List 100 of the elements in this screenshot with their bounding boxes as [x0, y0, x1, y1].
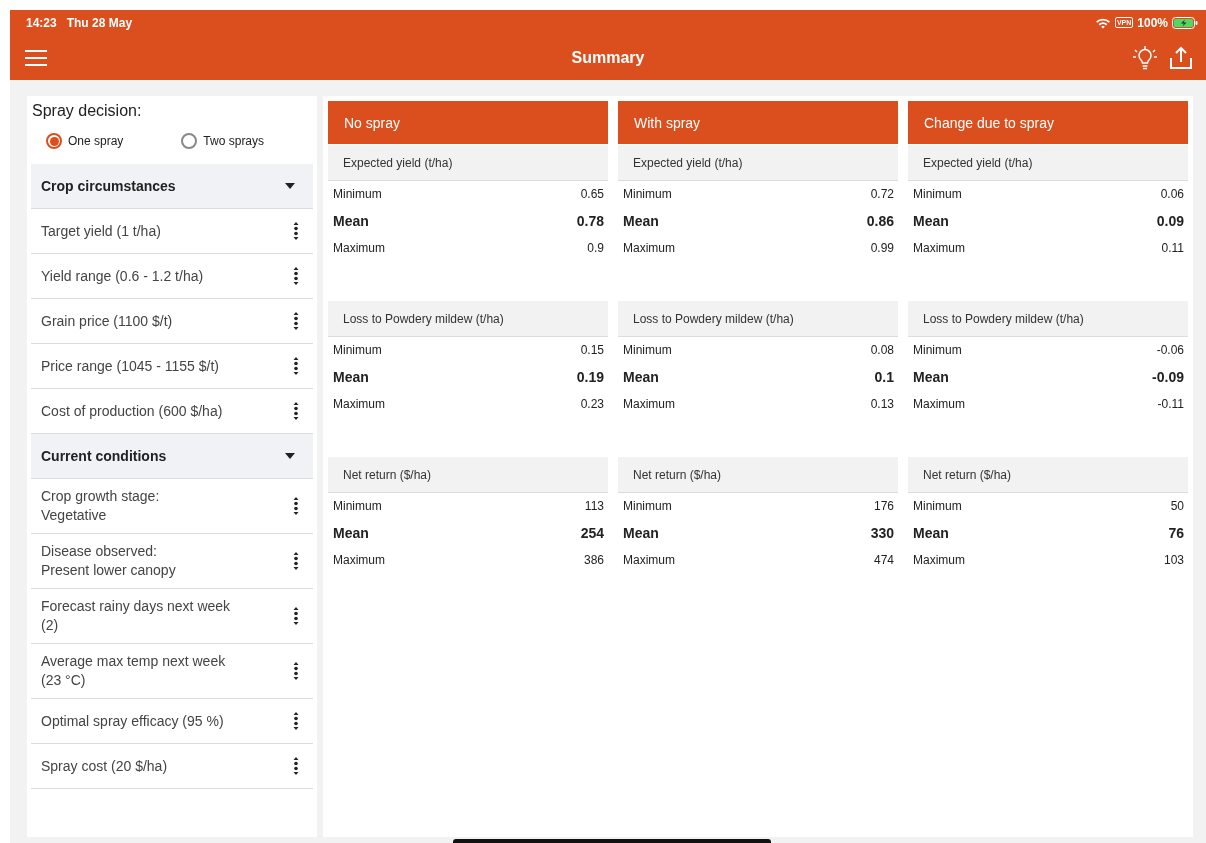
row-label: Minimum [913, 187, 962, 201]
status-date: Thu 28 May [66, 15, 133, 30]
setting-row[interactable]: Optimal spray efficacy (95 %) [31, 699, 313, 744]
row-label: Mean [913, 213, 949, 229]
row-value: 0.23 [580, 397, 604, 411]
row-label: Minimum [333, 343, 382, 357]
row-value: 386 [583, 553, 604, 567]
row-label: Mean [913, 369, 949, 385]
setting-label: Cost of production (600 $/ha) [41, 401, 223, 421]
row-value: 330 [870, 525, 894, 541]
setting-row[interactable]: Average max temp next week (23 °C) [31, 644, 313, 699]
row-value: 76 [1168, 525, 1184, 541]
row-label: Maximum [913, 397, 965, 411]
row-value: 0.72 [870, 187, 894, 201]
row-value: -0.06 [1156, 343, 1184, 357]
row-value: 0.99 [870, 241, 894, 255]
row-label: Minimum [913, 499, 962, 513]
section-header[interactable]: Crop circumstances [31, 164, 313, 209]
setting-label: Price range (1045 - 1155 $/t) [41, 356, 219, 376]
more-options-icon[interactable] [293, 357, 299, 375]
row-value: 0.13 [870, 397, 894, 411]
share-icon[interactable] [1168, 44, 1194, 71]
row-value: 113 [584, 499, 604, 513]
row-value: 474 [873, 553, 894, 567]
screen-title: Summary [570, 48, 646, 67]
more-options-icon[interactable] [293, 497, 299, 515]
row-value: 0.11 [1161, 241, 1184, 255]
group-header: Net return ($/ha) [328, 457, 608, 493]
more-options-icon[interactable] [293, 757, 299, 775]
more-options-icon[interactable] [293, 312, 299, 330]
row-label: Minimum [623, 499, 672, 513]
row-label: Mean [623, 369, 659, 385]
status-time: 14:23 [26, 15, 57, 30]
setting-label: Grain price (1100 $/t) [41, 311, 173, 331]
group-header: Loss to Powdery mildew (t/ha) [618, 301, 898, 337]
more-options-icon[interactable] [293, 267, 299, 285]
setting-row[interactable]: Spray cost (20 $/ha) [31, 744, 313, 789]
row-value: -0.09 [1152, 369, 1184, 385]
row-label: Maximum [623, 553, 675, 567]
group-header: Expected yield (t/ha) [908, 145, 1188, 181]
row-value: 0.19 [576, 369, 604, 385]
menu-icon[interactable] [24, 48, 48, 67]
row-label: Maximum [333, 241, 385, 255]
setting-label: Average max temp next week (23 °C) [41, 652, 226, 690]
row-value: 0.65 [580, 187, 604, 201]
row-value: 0.78 [576, 213, 604, 229]
row-label: Maximum [333, 397, 385, 411]
setting-label: Disease observed: Present lower canopy [41, 542, 176, 580]
group-header: Expected yield (t/ha) [618, 145, 898, 181]
setting-row[interactable]: Yield range (0.6 - 1.2 t/ha) [31, 254, 313, 299]
setting-row[interactable]: Target yield (1 t/ha) [31, 209, 313, 254]
setting-label: Target yield (1 t/ha) [41, 221, 161, 241]
caret-down-icon [285, 453, 295, 459]
row-value: 0.06 [1160, 187, 1184, 201]
row-value: 50 [1170, 499, 1184, 513]
row-label: Maximum [623, 241, 675, 255]
setting-label: Optimal spray efficacy (95 %) [41, 711, 224, 731]
wifi-icon [1094, 16, 1111, 29]
radio-option[interactable]: Two sprays [181, 130, 265, 152]
row-value: 254 [580, 525, 604, 541]
row-label: Mean [333, 213, 369, 229]
lightbulb-icon[interactable] [1132, 44, 1158, 71]
row-value: 0.9 [587, 241, 604, 255]
more-options-icon[interactable] [293, 222, 299, 240]
row-value: 0.86 [866, 213, 894, 229]
row-label: Minimum [623, 343, 672, 357]
more-options-icon[interactable] [293, 712, 299, 730]
row-label: Mean [333, 369, 369, 385]
row-value: -0.11 [1157, 397, 1184, 411]
row-label: Maximum [623, 397, 675, 411]
row-label: Minimum [623, 187, 672, 201]
group-header: Net return ($/ha) [618, 457, 898, 493]
more-options-icon[interactable] [293, 402, 299, 420]
setting-row[interactable]: Forecast rainy days next week (2) [31, 589, 313, 644]
setting-label: Forecast rainy days next week (2) [41, 597, 231, 635]
row-value: 0.09 [1156, 213, 1184, 229]
row-value: 0.1 [874, 369, 894, 385]
row-label: Maximum [913, 553, 965, 567]
more-options-icon[interactable] [293, 662, 299, 680]
column-header: Change due to spray [908, 101, 1188, 144]
row-value: 176 [873, 499, 894, 513]
row-label: Maximum [913, 241, 965, 255]
setting-label: Spray cost (20 $/ha) [41, 756, 168, 776]
group-header: Expected yield (t/ha) [328, 145, 608, 181]
section-header[interactable]: Current conditions [31, 434, 313, 479]
group-header: Loss to Powdery mildew (t/ha) [908, 301, 1188, 337]
group-header: Loss to Powdery mildew (t/ha) [328, 301, 608, 337]
caret-down-icon [285, 183, 295, 189]
more-options-icon[interactable] [293, 552, 299, 570]
radio-option[interactable]: One spray [46, 130, 124, 152]
setting-row[interactable]: Crop growth stage: Vegetative [31, 479, 313, 534]
setting-label: Yield range (0.6 - 1.2 t/ha) [41, 266, 204, 286]
row-label: Mean [623, 525, 659, 541]
more-options-icon[interactable] [293, 607, 299, 625]
setting-row[interactable]: Grain price (1100 $/t) [31, 299, 313, 344]
setting-row[interactable]: Price range (1045 - 1155 $/t) [31, 344, 313, 389]
row-value: 103 [1163, 553, 1184, 567]
setting-row[interactable]: Disease observed: Present lower canopy [31, 534, 313, 589]
section-title: Crop circumstances [41, 178, 176, 194]
group-header: Net return ($/ha) [908, 457, 1188, 493]
